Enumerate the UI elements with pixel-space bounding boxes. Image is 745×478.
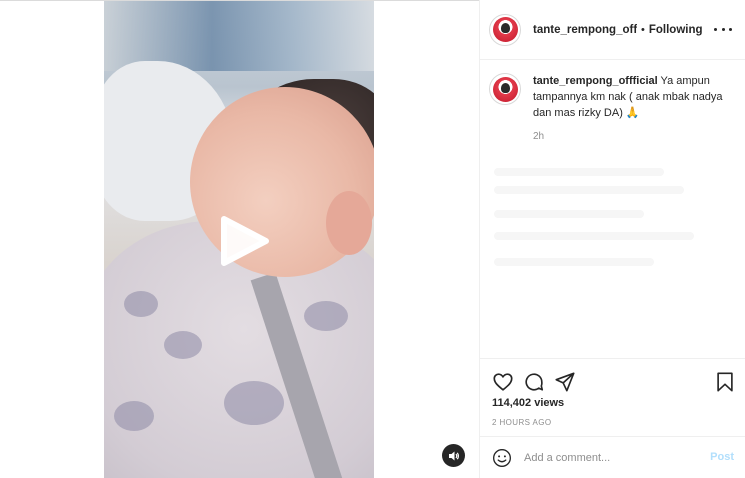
header-username[interactable]: tante_rempong_offficial xyxy=(533,24,637,36)
clothes-print xyxy=(304,301,348,331)
volume-icon xyxy=(448,451,459,460)
action-row xyxy=(492,371,737,393)
share-icon[interactable] xyxy=(554,371,576,393)
caption-avatar[interactable] xyxy=(489,73,521,105)
clothes-print xyxy=(224,381,284,425)
instagram-post-modal: tante_rempong_offficial • Following tant… xyxy=(0,0,745,478)
view-count[interactable]: 114,402 views xyxy=(492,397,564,409)
caption-text-block: tante_rempong_offficial Ya ampun tampann… xyxy=(533,73,733,121)
avatar[interactable] xyxy=(489,13,521,46)
avatar-image xyxy=(492,17,518,42)
add-comment-bar: Post xyxy=(480,436,745,478)
media-area xyxy=(0,0,479,478)
sound-toggle-button[interactable] xyxy=(442,444,465,467)
post-actions: 114,402 views 2 HOURS AGO Post xyxy=(480,358,745,478)
clothes-print xyxy=(114,401,154,431)
emoji-icon[interactable] xyxy=(492,448,512,468)
faded-comment xyxy=(494,232,694,240)
comment-icon[interactable] xyxy=(523,371,545,393)
post-comment-button[interactable]: Post xyxy=(710,451,734,463)
bookmark-icon[interactable] xyxy=(714,371,736,393)
faded-comment xyxy=(494,210,644,218)
post-timestamp[interactable]: 2 HOURS AGO xyxy=(492,418,552,427)
clothes-print xyxy=(124,291,158,317)
faded-comment xyxy=(494,168,664,176)
faded-comment xyxy=(494,258,654,266)
avatar-image xyxy=(492,76,518,102)
clothes-print xyxy=(164,331,202,359)
comment-input[interactable] xyxy=(524,449,694,467)
faded-comment xyxy=(494,186,684,194)
caption-username[interactable]: tante_rempong_offficial xyxy=(533,75,658,87)
play-icon xyxy=(221,216,269,266)
header-separator: • xyxy=(641,23,645,36)
caption-block: tante_rempong_offficial Ya ampun tampann… xyxy=(489,73,741,121)
caption-age[interactable]: 2h xyxy=(533,131,544,142)
following-button[interactable]: Following xyxy=(649,24,703,36)
post-header: tante_rempong_offficial • Following xyxy=(480,0,745,60)
post-side-panel: tante_rempong_offficial • Following tant… xyxy=(479,0,745,478)
play-button[interactable] xyxy=(218,215,270,267)
more-options-icon[interactable] xyxy=(714,24,732,34)
heart-icon[interactable] xyxy=(492,371,514,393)
video-baby-ear xyxy=(326,191,372,255)
